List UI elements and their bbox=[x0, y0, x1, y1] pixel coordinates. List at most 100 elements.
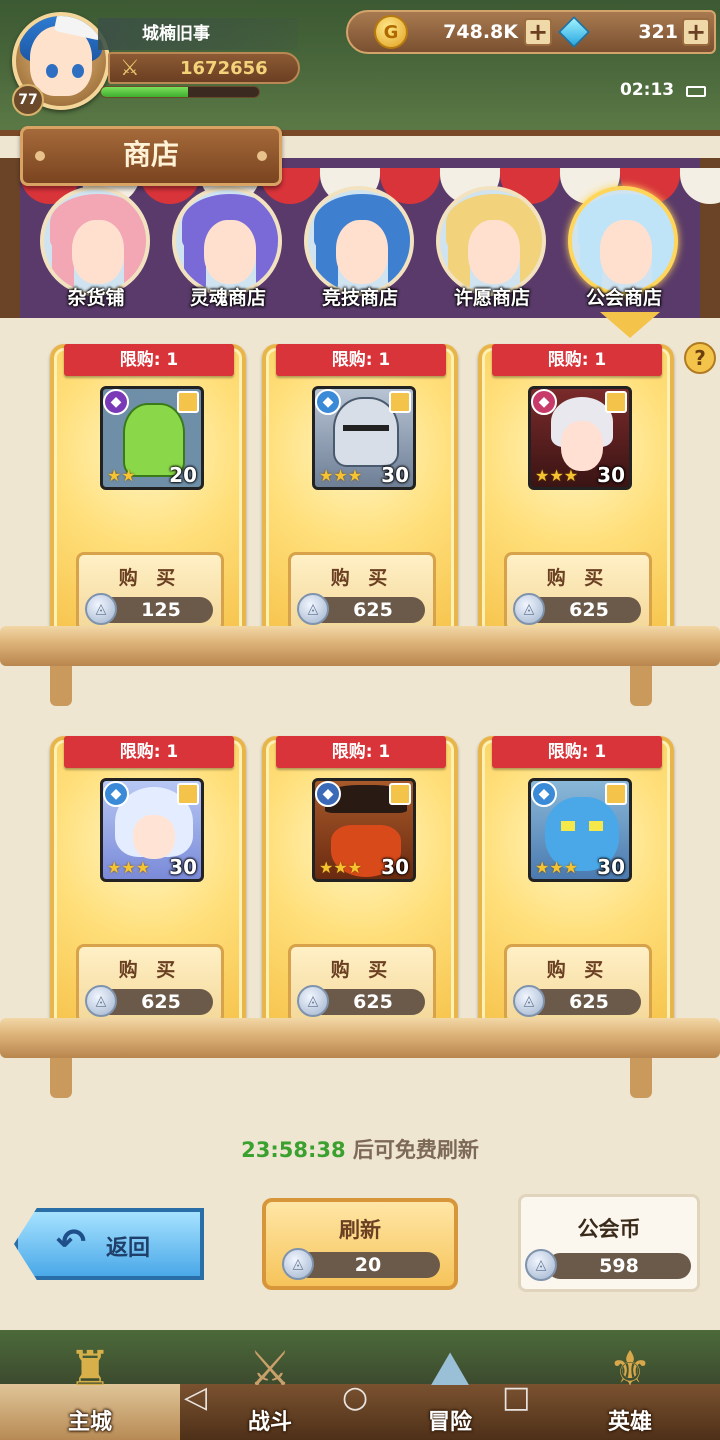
faction-icon: ◆ bbox=[103, 389, 129, 415]
combat-power-value: 1672656 bbox=[180, 58, 268, 79]
item-quantity: 30 bbox=[381, 463, 409, 487]
guild-coin-icon: ◬ bbox=[85, 593, 117, 625]
item-icon-blue-monster[interactable]: ◆ ★★★ 30 bbox=[528, 778, 632, 882]
shop-tab-0[interactable]: 杂货铺 bbox=[30, 186, 162, 309]
guild-coin-icon: ◬ bbox=[525, 1249, 557, 1281]
help-button[interactable]: ? bbox=[684, 342, 716, 374]
shop-tab-2[interactable]: 竞技商店 bbox=[294, 186, 426, 309]
add-gold-button[interactable]: + bbox=[524, 18, 552, 46]
guild-coin-icon: ◬ bbox=[85, 985, 117, 1017]
purchase-limit: 限购: 1 bbox=[492, 344, 662, 376]
free-refresh-timer: 23:58:38 后可免费刷新 bbox=[0, 1134, 720, 1164]
item-icon-white-hair-woman[interactable]: ◆ ★★★ 30 bbox=[528, 386, 632, 490]
purchase-limit: 限购: 1 bbox=[276, 344, 446, 376]
shop-panel: 商店 杂货铺 灵魂商店 竞技商店 许愿商店 公会商店 ? 限购: 1 ◆ ★★ 20 购 买 ◬ 1… bbox=[0, 126, 720, 1330]
item-stars: ★★★ bbox=[535, 466, 579, 485]
faction-icon: ◆ bbox=[315, 781, 341, 807]
buy-button[interactable]: 购 买 ◬ 625 bbox=[288, 944, 436, 1024]
guild-coin-icon: ◬ bbox=[297, 985, 329, 1017]
puzzle-piece-icon bbox=[389, 783, 411, 805]
shop-tab-1[interactable]: 灵魂商店 bbox=[162, 186, 294, 309]
buy-button-label: 购 买 bbox=[546, 567, 610, 589]
buy-button[interactable]: 购 买 ◬ 125 bbox=[76, 552, 224, 632]
shop-tab-3[interactable]: 许愿商店 bbox=[426, 186, 558, 309]
nav-label: 英雄 bbox=[607, 1410, 652, 1435]
item-quantity: 30 bbox=[381, 855, 409, 879]
item-icon-hooded-mage[interactable]: ◆ ★★★ 30 bbox=[100, 778, 204, 882]
item-quantity: 30 bbox=[169, 855, 197, 879]
refresh-button-label: 刷新 bbox=[339, 1218, 381, 1242]
nav-label: 主城 bbox=[67, 1410, 112, 1435]
puzzle-piece-icon bbox=[177, 783, 199, 805]
buy-button-label: 购 买 bbox=[330, 959, 394, 981]
buy-button[interactable]: 购 买 ◬ 625 bbox=[288, 552, 436, 632]
buy-button-label: 购 买 bbox=[330, 567, 394, 589]
buy-button-label: 购 买 bbox=[118, 959, 182, 981]
shop-tab-4[interactable]: 公会商店 bbox=[558, 186, 690, 309]
add-gems-button[interactable]: + bbox=[682, 18, 710, 46]
guild-coin-icon: ◬ bbox=[297, 593, 329, 625]
back-button-label: 返回 bbox=[106, 1236, 151, 1261]
back-button[interactable]: ↶ 返回 bbox=[14, 1208, 204, 1280]
shop-tab-label: 灵魂商店 bbox=[189, 287, 266, 309]
purchase-limit: 限购: 1 bbox=[492, 736, 662, 768]
guild-coin-icon: ◬ bbox=[513, 593, 545, 625]
shop-keeper-portrait bbox=[568, 186, 678, 296]
shop-tab-label: 杂货铺 bbox=[67, 287, 125, 309]
hero-crest-icon: ⚜ bbox=[608, 1341, 652, 1397]
item-stars: ★★★ bbox=[107, 858, 151, 877]
guild-coin-icon: ◬ bbox=[513, 985, 545, 1017]
purchase-limit: 限购: 1 bbox=[64, 344, 234, 376]
diamond-icon bbox=[558, 16, 590, 48]
refresh-button[interactable]: 刷新 ◬ 20 bbox=[262, 1198, 458, 1290]
shop-keeper-portrait bbox=[172, 186, 282, 296]
player-name: 城楠旧事 bbox=[98, 18, 298, 50]
system-recents-icon[interactable]: □ bbox=[502, 1380, 530, 1415]
shop-tab-label: 公会商店 bbox=[585, 287, 662, 309]
gem-amount: 321 bbox=[638, 21, 678, 43]
nav-main-city[interactable]: ♜ 主城 bbox=[0, 1330, 180, 1440]
item-stars: ★★★ bbox=[319, 858, 363, 877]
system-home-icon[interactable]: ○ bbox=[342, 1380, 368, 1415]
exp-bar bbox=[100, 86, 260, 98]
item-quantity: 30 bbox=[597, 463, 625, 487]
faction-icon: ◆ bbox=[531, 781, 557, 807]
castle-icon: ♜ bbox=[68, 1341, 112, 1397]
guild-coin-value: 598 bbox=[547, 1253, 691, 1279]
purchase-limit: 限购: 1 bbox=[64, 736, 234, 768]
puzzle-piece-icon bbox=[605, 391, 627, 413]
map-scroll-icon: ⛰ bbox=[429, 1340, 471, 1397]
gold-coin-icon: G bbox=[374, 15, 408, 49]
shop-item-card: 限购: 1 ◆ ★★ 20 购 买 ◬ 125 bbox=[50, 344, 246, 644]
gold-amount: 748.8K bbox=[443, 21, 518, 43]
active-tab-indicator bbox=[600, 312, 660, 338]
refresh-countdown: 23:58:38 bbox=[241, 1138, 346, 1162]
shop-tab-label: 竞技商店 bbox=[321, 287, 398, 309]
shop-item-card: 限购: 1 ◆ ★★★ 30 购 买 ◬ 625 bbox=[50, 736, 246, 1036]
buy-button[interactable]: 购 买 ◬ 625 bbox=[504, 944, 652, 1024]
item-stars: ★★★ bbox=[319, 466, 363, 485]
guild-coin-label: 公会币 bbox=[577, 1217, 641, 1241]
item-icon-armored-knight[interactable]: ◆ ★★★ 30 bbox=[312, 386, 416, 490]
guild-coin-balance: 公会币 ◬ 598 bbox=[518, 1194, 700, 1292]
item-icon-red-beard-pirate[interactable]: ◆ ★★★ 30 bbox=[312, 778, 416, 882]
shop-item-card: 限购: 1 ◆ ★★★ 30 购 买 ◬ 625 bbox=[478, 736, 674, 1036]
buy-button[interactable]: 购 买 ◬ 625 bbox=[504, 552, 652, 632]
buy-button[interactable]: 购 买 ◬ 625 bbox=[76, 944, 224, 1024]
item-quantity: 30 bbox=[597, 855, 625, 879]
item-stars: ★★★ bbox=[535, 858, 579, 877]
item-icon-green-helmet[interactable]: ◆ ★★ 20 bbox=[100, 386, 204, 490]
nav-heroes[interactable]: ⚜ 英雄 bbox=[540, 1330, 720, 1440]
shop-keeper-portrait bbox=[304, 186, 414, 296]
system-back-icon[interactable]: ◁ bbox=[184, 1380, 207, 1415]
page-title: 商店 bbox=[20, 126, 282, 186]
puzzle-piece-icon bbox=[605, 783, 627, 805]
shelf-top bbox=[0, 626, 720, 666]
faction-icon: ◆ bbox=[315, 389, 341, 415]
refresh-price: 20 bbox=[296, 1252, 440, 1278]
item-quantity: 20 bbox=[169, 463, 197, 487]
status-time: 02:13 bbox=[620, 80, 675, 100]
buy-button-label: 购 买 bbox=[118, 567, 182, 589]
purchase-limit: 限购: 1 bbox=[276, 736, 446, 768]
shelf-bottom bbox=[0, 1018, 720, 1058]
